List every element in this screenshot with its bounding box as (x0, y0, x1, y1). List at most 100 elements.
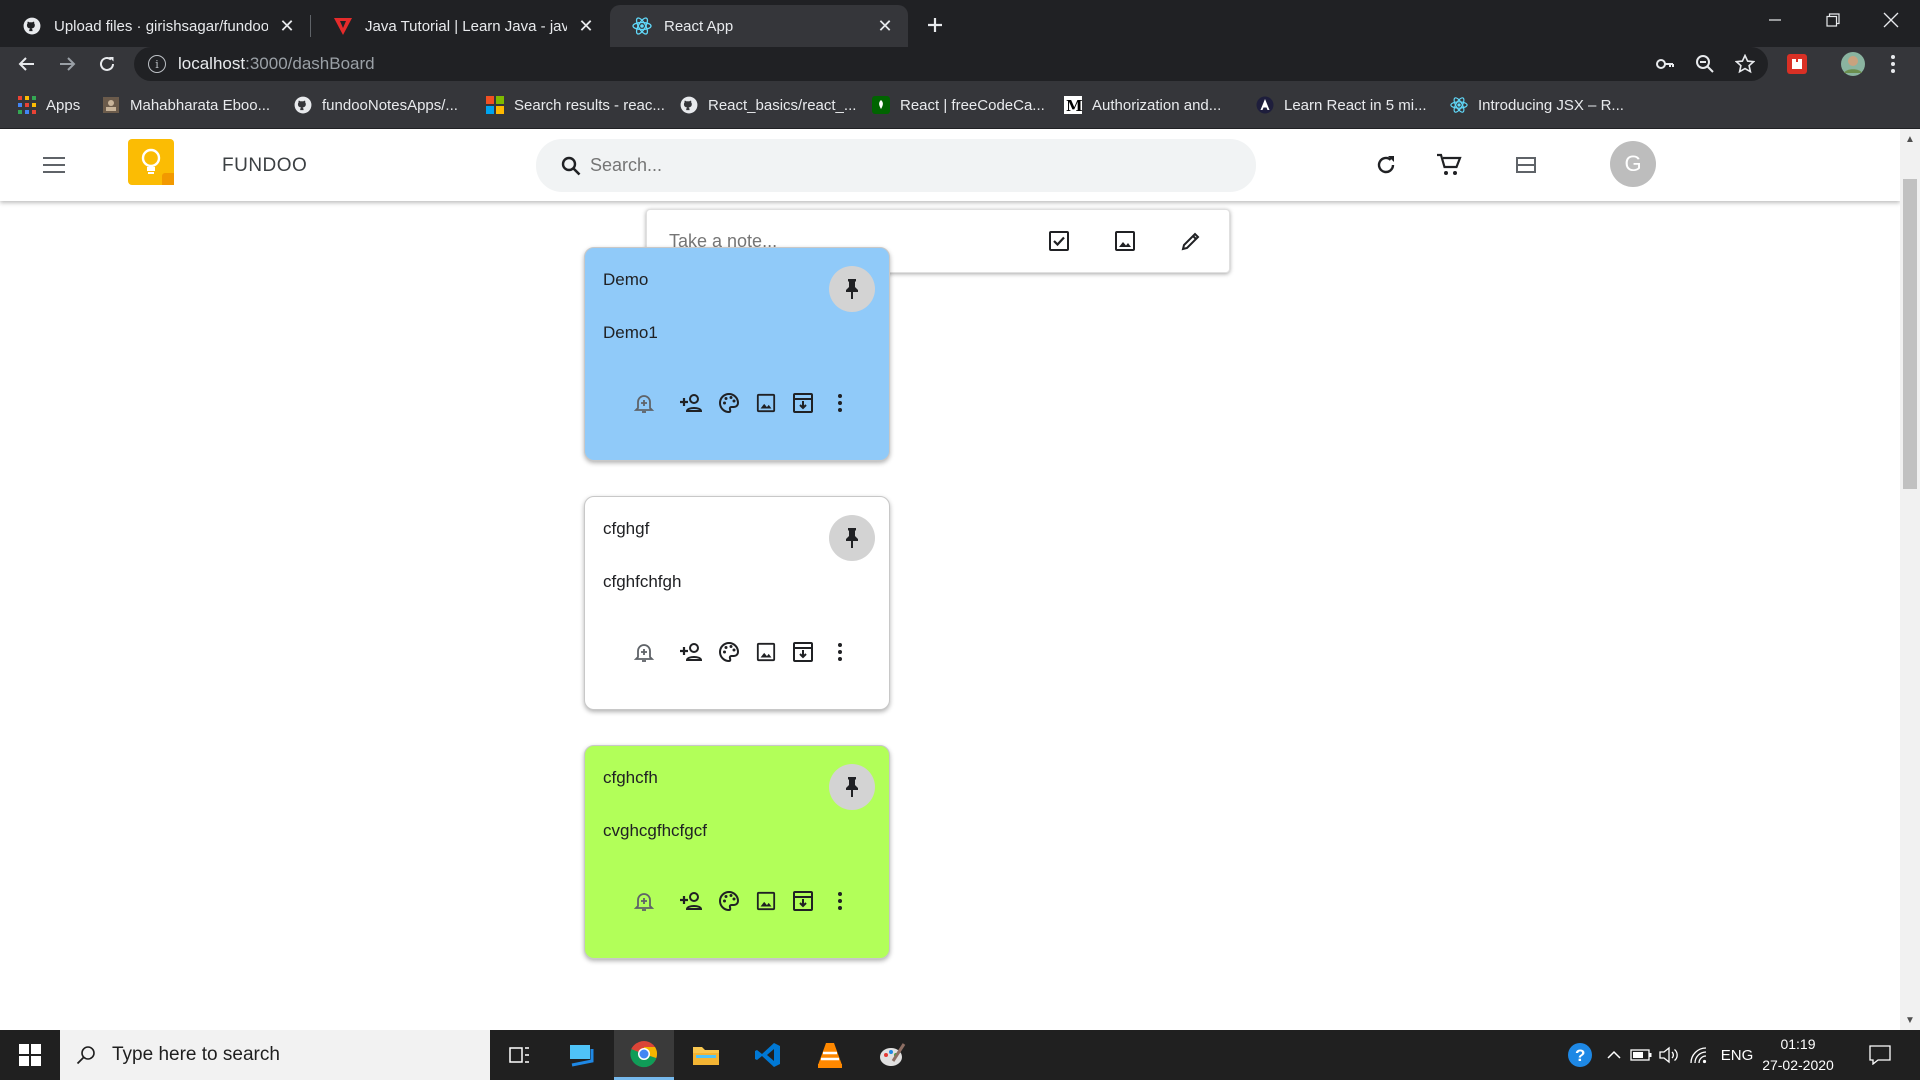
network-button[interactable] (1686, 1030, 1712, 1080)
pin-button[interactable] (829, 266, 875, 312)
vlc-icon (818, 1043, 842, 1068)
folder-icon (693, 1047, 719, 1065)
tab-react-app[interactable]: React App ✕ (610, 5, 908, 47)
cart-button[interactable] (1431, 147, 1467, 183)
minimize-button[interactable] (1746, 0, 1804, 40)
tab-java-tutorial[interactable]: Java Tutorial | Learn Java - javatpo ✕ (311, 5, 609, 47)
forward-button[interactable] (50, 47, 84, 81)
input-language[interactable]: ENG (1718, 1030, 1756, 1080)
archive-button[interactable] (788, 886, 818, 916)
collaborator-button[interactable] (677, 637, 707, 667)
more-options-button[interactable] (825, 637, 855, 667)
remind-button[interactable] (629, 388, 659, 418)
back-button[interactable] (10, 47, 44, 81)
remind-button[interactable] (629, 637, 659, 667)
note-card[interactable]: Demo Demo1 (584, 247, 890, 461)
collaborator-button[interactable] (677, 388, 707, 418)
add-image-button[interactable] (751, 637, 781, 667)
more-vert-icon (1891, 55, 1895, 73)
bookmark-apps[interactable]: Apps (18, 93, 80, 117)
browser-menu-button[interactable] (1876, 47, 1910, 81)
notifications-button[interactable] (1862, 1030, 1898, 1080)
star-icon[interactable] (1728, 47, 1762, 81)
show-hidden-icons-button[interactable] (1602, 1030, 1626, 1080)
taskbar-app-paint[interactable] (862, 1030, 922, 1080)
collaborator-button[interactable] (677, 886, 707, 916)
scroll-up-arrow-icon[interactable]: ▲ (1904, 133, 1916, 145)
bookmark-introducing-jsx[interactable]: Introducing JSX – R... (1450, 93, 1624, 117)
bookmark-fundoo-notes[interactable]: fundooNotesApps/... (294, 93, 458, 117)
new-drawing-button[interactable] (1171, 221, 1211, 261)
pin-button[interactable] (829, 764, 875, 810)
more-vert-icon (838, 394, 842, 412)
view-toggle-button[interactable] (1508, 147, 1544, 183)
taskbar-app-chrome[interactable] (614, 1030, 674, 1080)
volume-button[interactable] (1656, 1030, 1682, 1080)
archive-button[interactable] (788, 388, 818, 418)
more-options-button[interactable] (825, 886, 855, 916)
taskbar-app-explorer[interactable] (676, 1030, 736, 1080)
bookmark-freecodecamp[interactable]: React | freeCodeCa... (872, 93, 1045, 117)
search-input[interactable] (590, 155, 1190, 176)
site-info-icon[interactable]: i (148, 55, 166, 73)
new-tab-button[interactable] (918, 8, 952, 42)
note-body: cfghfchfgh (603, 572, 682, 591)
keep-logo (128, 139, 174, 185)
taskbar-app-vlc[interactable] (800, 1030, 860, 1080)
page-scrollbar[interactable]: ▲ ▼ (1900, 129, 1920, 1030)
color-button[interactable] (714, 388, 744, 418)
scrollbar-thumb[interactable] (1903, 179, 1917, 489)
battery-status[interactable] (1628, 1030, 1654, 1080)
note-title: cfghgf (603, 519, 650, 538)
help-button[interactable]: ? (1560, 1030, 1600, 1080)
close-window-button[interactable] (1862, 0, 1920, 40)
bookmark-learn-react[interactable]: Learn React in 5 mi... (1256, 93, 1427, 117)
extension-button[interactable] (1780, 47, 1814, 81)
archive-button[interactable] (788, 637, 818, 667)
new-image-note-button[interactable] (1105, 221, 1145, 261)
close-tab-icon[interactable]: ✕ (575, 15, 597, 37)
bookmark-authorization[interactable]: M Authorization and... (1064, 93, 1221, 117)
profile-button[interactable] (1836, 47, 1870, 81)
task-view-button[interactable] (490, 1030, 550, 1080)
note-card[interactable]: cfghgf cfghfchfgh (584, 496, 890, 710)
windows-logo-icon (19, 1044, 41, 1066)
user-avatar[interactable]: G (1610, 141, 1656, 187)
color-button[interactable] (714, 886, 744, 916)
url-path: :3000/dashBoard (245, 54, 375, 73)
tab-upload-files[interactable]: Upload files · girishsagar/fundoo ✕ (0, 5, 310, 47)
more-options-button[interactable] (825, 388, 855, 418)
bookmark-mahabharata[interactable]: Mahabharata Eboo... (102, 93, 270, 117)
address-bar[interactable]: i localhost:3000/dashBoard (134, 47, 1768, 81)
taskbar-app-files[interactable] (552, 1030, 612, 1080)
system-clock[interactable]: 01:19 27-02-2020 (1752, 1034, 1844, 1076)
pin-icon (846, 528, 858, 548)
reload-button[interactable] (90, 47, 124, 81)
start-button[interactable] (0, 1030, 60, 1080)
new-list-button[interactable] (1039, 221, 1079, 261)
restore-button[interactable] (1804, 0, 1862, 40)
menu-button[interactable] (40, 151, 68, 179)
search-icon[interactable] (558, 153, 584, 179)
remind-button[interactable] (629, 886, 659, 916)
note-card[interactable]: cfghcfh cvghcgfhcfgcf (584, 745, 890, 959)
taskbar-search-placeholder[interactable]: Type here to search (112, 1044, 280, 1066)
scroll-down-arrow-icon[interactable]: ▼ (1904, 1014, 1916, 1026)
pin-button[interactable] (829, 515, 875, 561)
bookmark-search-results[interactable]: Search results - reac... (486, 93, 665, 117)
note-actions (629, 637, 862, 667)
taskbar-app-vscode[interactable] (738, 1030, 798, 1080)
close-tab-icon[interactable]: ✕ (276, 15, 298, 37)
bookmark-react-basics[interactable]: React_basics/react_... (680, 93, 856, 117)
zoom-icon[interactable] (1688, 47, 1722, 81)
add-image-button[interactable] (751, 388, 781, 418)
more-vert-icon (838, 643, 842, 661)
key-icon[interactable] (1648, 47, 1682, 81)
book-icon (102, 96, 120, 114)
refresh-button[interactable] (1368, 147, 1404, 183)
search-bar[interactable] (536, 139, 1256, 192)
add-image-button[interactable] (751, 886, 781, 916)
color-button[interactable] (714, 637, 744, 667)
close-tab-icon[interactable]: ✕ (874, 15, 896, 37)
taskbar-search[interactable]: Type here to search (60, 1030, 490, 1080)
